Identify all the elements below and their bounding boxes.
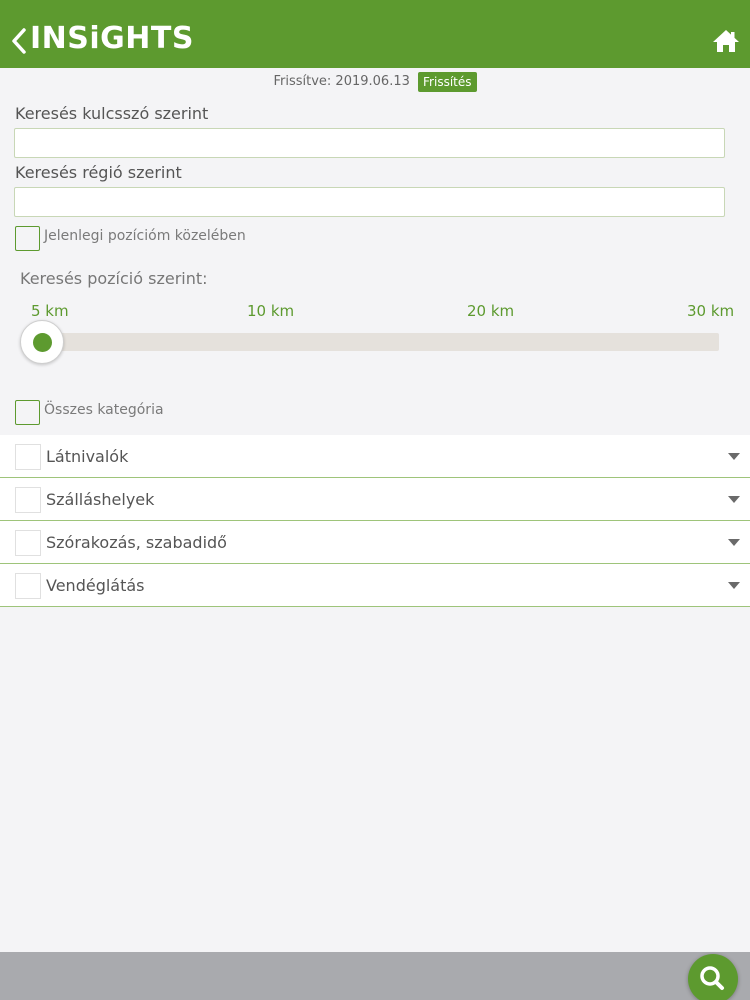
category-checkbox[interactable] <box>15 487 41 513</box>
nearby-checkbox-label: Jelenlegi pozícióm közelében <box>44 228 246 244</box>
app-title: INSiGHTS <box>30 21 194 56</box>
all-categories-label: Összes kategória <box>44 402 164 418</box>
app-header: INSiGHTS <box>0 0 750 68</box>
distance-slider-title: Keresés pozíció szerint: <box>20 269 208 288</box>
category-label: Vendéglátás <box>46 576 145 595</box>
distance-slider-track[interactable] <box>40 333 719 351</box>
chevron-down-icon[interactable] <box>728 539 740 546</box>
category-checkbox[interactable] <box>15 530 41 556</box>
bottom-bar <box>0 952 750 1000</box>
distance-tick-20km: 20 km <box>467 302 515 320</box>
chevron-down-icon[interactable] <box>728 582 740 589</box>
category-row-szallashelyek[interactable]: Szálláshelyek <box>0 478 750 521</box>
keyword-search-input[interactable] <box>14 128 725 158</box>
distance-tick-5km: 5 km <box>31 302 69 320</box>
home-icon <box>713 30 739 52</box>
chevron-down-icon[interactable] <box>728 453 740 460</box>
chevron-down-icon[interactable] <box>728 496 740 503</box>
update-info: Frissítve: 2019.06.13 Frissítés <box>0 72 750 94</box>
refresh-button[interactable]: Frissítés <box>418 72 477 92</box>
slider-thumb-dot <box>33 333 52 352</box>
distance-tick-30km: 30 km <box>687 302 735 320</box>
all-categories-checkbox[interactable] <box>15 400 40 425</box>
category-row-vendeglatas[interactable]: Vendéglátás <box>0 564 750 607</box>
distance-slider-thumb[interactable] <box>20 320 64 364</box>
category-checkbox[interactable] <box>15 573 41 599</box>
category-row-latnivalok[interactable]: Látnivalók <box>0 435 750 478</box>
chevron-left-icon <box>12 28 26 54</box>
region-search-label: Keresés régió szerint <box>15 163 182 182</box>
region-search-input[interactable] <box>14 187 725 217</box>
category-label: Szórakozás, szabadidő <box>46 533 227 552</box>
distance-tick-10km: 10 km <box>247 302 295 320</box>
update-date: Frissítve: 2019.06.13 <box>273 74 410 89</box>
back-button[interactable] <box>10 24 30 58</box>
search-button[interactable] <box>688 954 738 1000</box>
category-label: Szálláshelyek <box>46 490 155 509</box>
category-list: Látnivalók Szálláshelyek Szórakozás, sza… <box>0 435 750 607</box>
home-button[interactable] <box>712 28 740 54</box>
search-icon <box>700 966 724 990</box>
category-checkbox[interactable] <box>15 444 41 470</box>
category-label: Látnivalók <box>46 447 129 466</box>
category-row-szorakozas[interactable]: Szórakozás, szabadidő <box>0 521 750 564</box>
nearby-checkbox[interactable] <box>15 226 40 251</box>
keyword-search-label: Keresés kulcsszó szerint <box>15 104 209 123</box>
